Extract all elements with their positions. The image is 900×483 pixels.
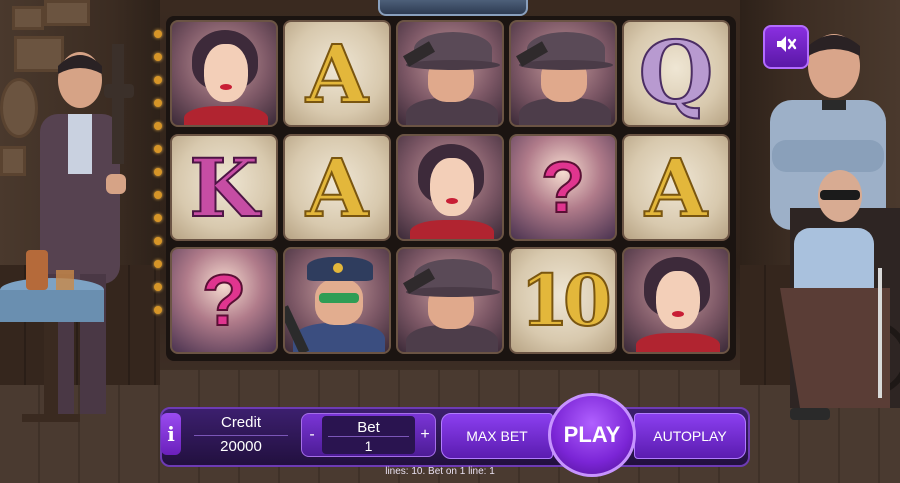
- symbol-letter: A: [644, 140, 708, 236]
- payline-indicator[interactable]: [154, 30, 162, 38]
- reel-symbol-mystery: ?: [509, 134, 617, 241]
- side-table: [0, 248, 110, 448]
- play-button[interactable]: PLAY: [548, 393, 636, 477]
- reel-symbol-woman: [396, 134, 504, 241]
- boss-in-wheelchair: [760, 168, 900, 428]
- bet-increase-button[interactable]: +: [415, 414, 435, 456]
- wall-photo: [12, 6, 44, 30]
- max-bet-label: MAX BET: [466, 428, 528, 444]
- reel-symbol-woman: [170, 20, 278, 127]
- reel-symbol-q: Q: [622, 20, 730, 127]
- symbol-number: 10: [519, 258, 612, 343]
- divider: [328, 436, 409, 437]
- payline-indicator[interactable]: [154, 122, 162, 130]
- bet-stepper: - Bet 1 +: [301, 413, 436, 457]
- lines-info-text: lines: 10. Bet on 1 line: 1: [385, 466, 495, 477]
- policeman-symbol-art: [285, 249, 389, 352]
- reel-symbol-gangster: [396, 247, 504, 354]
- reel-symbol-gangster: [396, 20, 504, 127]
- payline-indicator[interactable]: [154, 283, 162, 291]
- woman-symbol-art: [624, 249, 728, 352]
- reel-symbol-woman: [622, 247, 730, 354]
- reel-symbol-mystery: ?: [170, 247, 278, 354]
- sound-toggle-button[interactable]: [763, 25, 809, 69]
- symbol-letter: Q: [638, 22, 715, 125]
- credit-value: 20000: [220, 438, 262, 455]
- divider: [194, 435, 288, 436]
- game-logo-plate: [378, 0, 528, 16]
- max-bet-button[interactable]: MAX BET: [441, 413, 553, 459]
- info-button[interactable]: i: [161, 413, 181, 455]
- bet-value: 1: [364, 438, 373, 454]
- reel-symbol-policeman: [283, 247, 391, 354]
- gangster-symbol-art: [398, 249, 502, 352]
- play-label: PLAY: [563, 422, 621, 447]
- info-icon: i: [167, 422, 175, 446]
- payline-indicator[interactable]: [154, 191, 162, 199]
- payline-indicator[interactable]: [154, 76, 162, 84]
- bet-decrease-button[interactable]: -: [302, 414, 322, 456]
- credit-label: Credit: [220, 414, 261, 431]
- reel-symbol-gangster: [509, 20, 617, 127]
- symbol-letter: K: [188, 140, 260, 236]
- speaker-muted-icon: [775, 34, 797, 60]
- symbol-letter: A: [305, 26, 369, 122]
- woman-symbol-art: [172, 22, 276, 125]
- game-background: A Q K A ? A ? 10 i Credit 20000 - Bet 1 …: [0, 0, 900, 483]
- wall-photo: [44, 0, 90, 26]
- payline-indicator[interactable]: [154, 214, 162, 222]
- reel-symbol-a: A: [283, 134, 391, 241]
- payline-indicators-left: [154, 30, 162, 329]
- payline-indicator[interactable]: [154, 145, 162, 153]
- gangster-symbol-art: [511, 22, 615, 125]
- question-mark-icon: ?: [540, 147, 586, 229]
- symbol-letter: A: [305, 140, 369, 236]
- payline-indicator[interactable]: [154, 260, 162, 268]
- bet-label: Bet: [357, 419, 380, 436]
- reel-symbol-a: A: [283, 20, 391, 127]
- gangster-symbol-art: [398, 22, 502, 125]
- woman-symbol-art: [398, 136, 502, 239]
- payline-indicator[interactable]: [154, 237, 162, 245]
- autoplay-button[interactable]: AUTOPLAY: [634, 413, 746, 459]
- payline-indicator[interactable]: [154, 306, 162, 314]
- payline-indicator[interactable]: [154, 99, 162, 107]
- reel-symbol-a: A: [622, 134, 730, 241]
- credit-display: Credit 20000: [186, 410, 296, 460]
- question-mark-icon: ?: [201, 260, 247, 342]
- bet-display: Bet 1: [322, 416, 415, 454]
- reel-symbol-k: K: [170, 134, 278, 241]
- payline-indicator[interactable]: [154, 168, 162, 176]
- reel-symbol-10: 10: [509, 247, 617, 354]
- autoplay-label: AUTOPLAY: [653, 428, 727, 444]
- payline-indicator[interactable]: [154, 53, 162, 61]
